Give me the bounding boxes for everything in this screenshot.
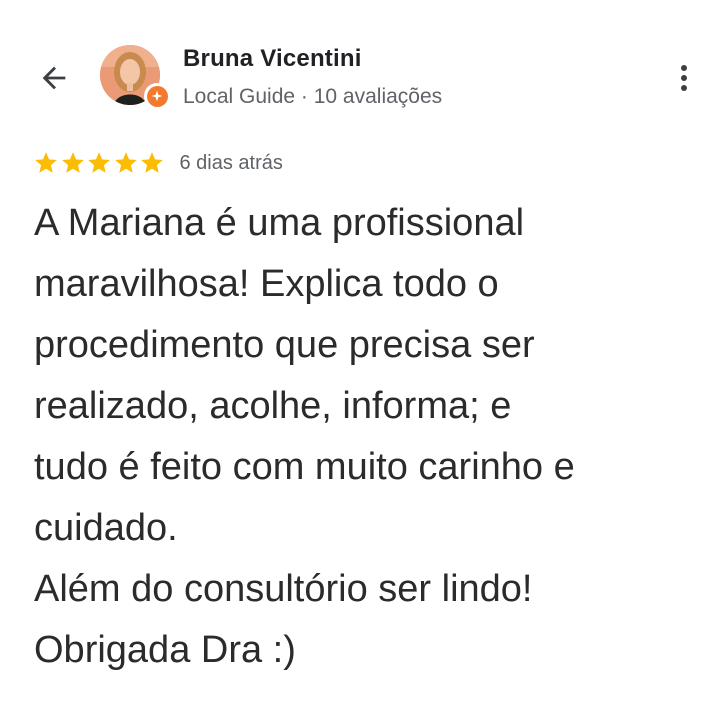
more-options-button[interactable]	[664, 56, 704, 100]
reviewer-name[interactable]: Bruna Vicentini	[183, 45, 362, 73]
back-button[interactable]	[34, 58, 74, 98]
review-date: 6 dias atrás	[179, 151, 283, 174]
star-icon	[88, 152, 110, 173]
star-icon	[141, 152, 163, 173]
star-icon	[61, 152, 84, 173]
star-icon	[114, 152, 137, 173]
local-guide-badge-icon	[151, 90, 163, 102]
reviewer-meta: Local Guide · 10 avaliações	[183, 85, 443, 108]
star-icon	[35, 152, 57, 173]
rating-row: 6 dias atrás	[33, 148, 283, 178]
local-guide-badge	[144, 83, 170, 109]
more-vert-icon	[681, 65, 687, 91]
star-rating	[33, 150, 166, 176]
review-text: A Mariana é uma profissional maravilhosa…	[34, 202, 575, 671]
arrow-back-icon	[42, 66, 66, 90]
